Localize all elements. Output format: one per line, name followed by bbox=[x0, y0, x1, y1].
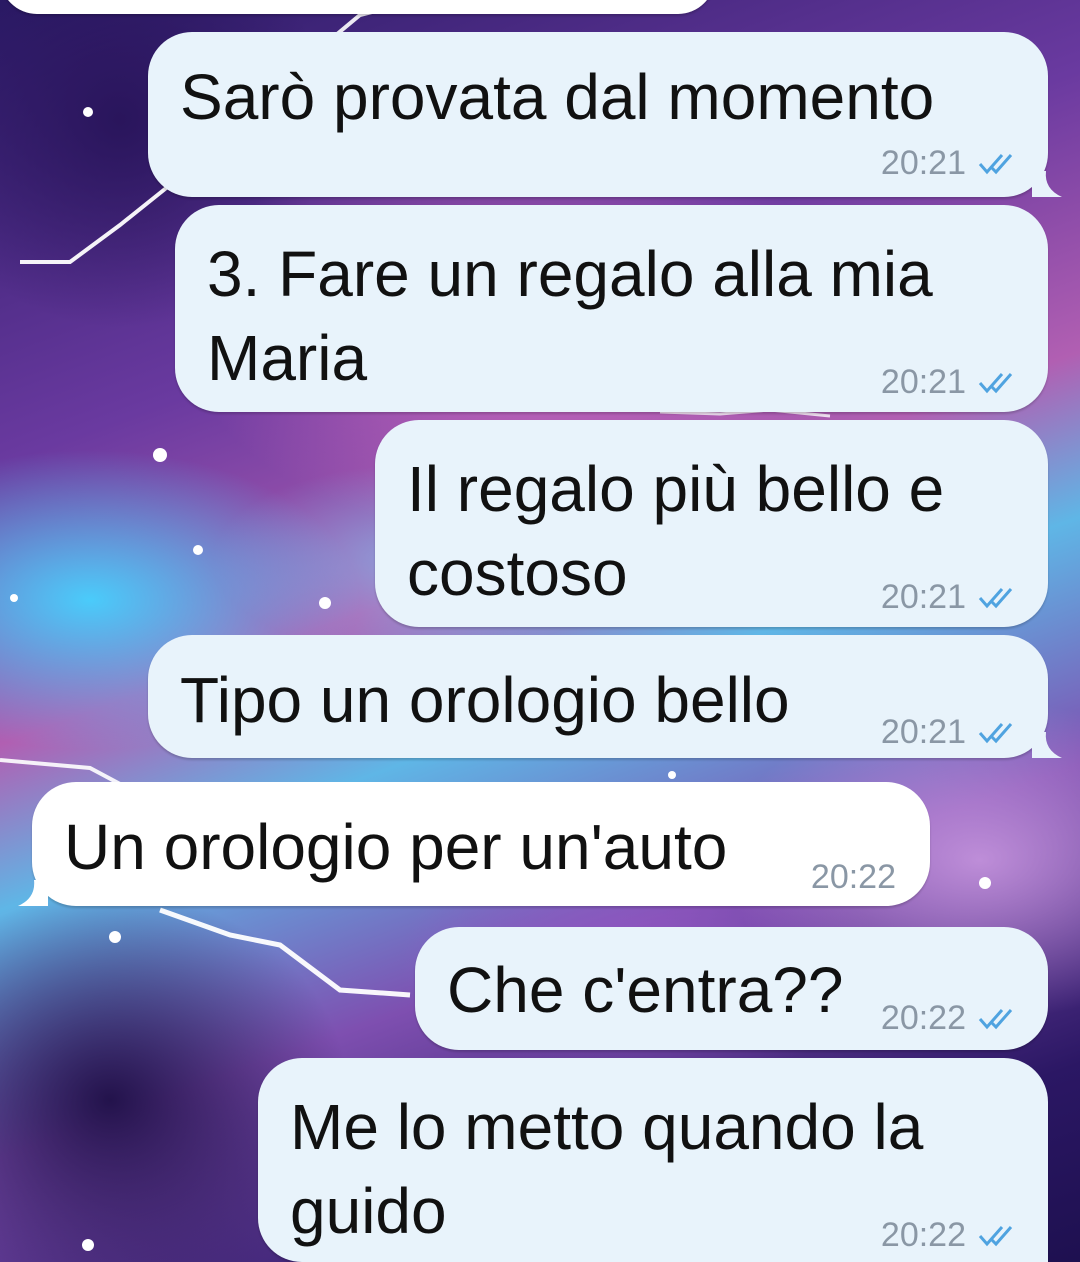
wallpaper-lightning bbox=[159, 907, 411, 998]
wallpaper-star bbox=[83, 107, 93, 117]
wallpaper-star bbox=[10, 594, 18, 602]
wallpaper-star bbox=[153, 448, 167, 462]
message-meta: 20:22 bbox=[881, 1216, 1022, 1255]
message-meta: 20:21 bbox=[881, 363, 1022, 402]
message-text-line: Me lo metto quando la bbox=[290, 1091, 924, 1163]
message-timestamp: 20:21 bbox=[880, 578, 966, 616]
message-meta: 20:22 bbox=[881, 999, 1022, 1038]
double-check-icon bbox=[978, 372, 1013, 393]
bubble-tail bbox=[1032, 171, 1062, 197]
message-timestamp: 20:22 bbox=[880, 1216, 966, 1254]
message-timestamp: 20:22 bbox=[880, 999, 966, 1037]
wallpaper-star bbox=[668, 771, 676, 779]
wallpaper-star bbox=[109, 931, 121, 943]
message-text: Che c'entra?? bbox=[447, 954, 844, 1026]
message-bubble-outgoing[interactable]: Il regalo più bello e costoso 20:21 bbox=[375, 420, 1048, 627]
message-bubble-incoming[interactable]: Un orologio per un'auto 20:22 bbox=[18, 782, 930, 906]
message-bubble-outgoing[interactable]: Che c'entra?? 20:22 bbox=[415, 927, 1048, 1050]
message-text: Tipo un orologio bello bbox=[180, 664, 790, 736]
double-check-icon bbox=[978, 153, 1013, 174]
message-timestamp: 20:22 bbox=[810, 858, 896, 896]
message-text-line: 3. Fare un regalo alla mia bbox=[207, 238, 933, 310]
message-bubble-partial[interactable] bbox=[0, 0, 715, 14]
message-meta: 20:21 bbox=[881, 713, 1022, 752]
double-check-icon bbox=[978, 1225, 1013, 1246]
wallpaper-lightning bbox=[20, 183, 172, 264]
message-text-line: guido bbox=[290, 1175, 447, 1247]
bubble-tail bbox=[1032, 732, 1062, 758]
message-text: Sarò provata dal momento bbox=[180, 61, 935, 133]
wallpaper-star bbox=[979, 877, 991, 889]
double-check-icon bbox=[978, 587, 1013, 608]
double-check-icon bbox=[978, 722, 1013, 743]
message-text: Un orologio per un'auto bbox=[64, 811, 728, 883]
bubble-tail bbox=[18, 880, 48, 906]
message-text-line: Il regalo più bello e bbox=[407, 453, 945, 525]
message-timestamp: 20:21 bbox=[880, 363, 966, 401]
double-check-icon bbox=[978, 1008, 1013, 1029]
message-bubble-outgoing[interactable]: 3. Fare un regalo alla mia Maria 20:21 bbox=[175, 205, 1048, 412]
message-meta: 20:21 bbox=[881, 578, 1022, 617]
message-text-line: costoso bbox=[407, 537, 628, 609]
message-text-line: Maria bbox=[207, 322, 368, 394]
message-bubble-outgoing[interactable]: Me lo metto quando la guido 20:22 bbox=[258, 1058, 1048, 1262]
message-meta: 20:22 bbox=[811, 858, 896, 897]
message-bubble-outgoing[interactable]: Tipo un orologio bello 20:21 bbox=[148, 635, 1062, 758]
message-meta: 20:21 bbox=[881, 144, 1022, 183]
wallpaper-star bbox=[319, 597, 331, 609]
message-timestamp: 20:21 bbox=[880, 713, 966, 751]
message-bubble-outgoing[interactable]: Sarò provata dal momento 20:21 bbox=[148, 32, 1062, 197]
wallpaper-star bbox=[82, 1239, 94, 1251]
message-timestamp: 20:21 bbox=[880, 144, 966, 182]
wallpaper-star bbox=[193, 545, 203, 555]
